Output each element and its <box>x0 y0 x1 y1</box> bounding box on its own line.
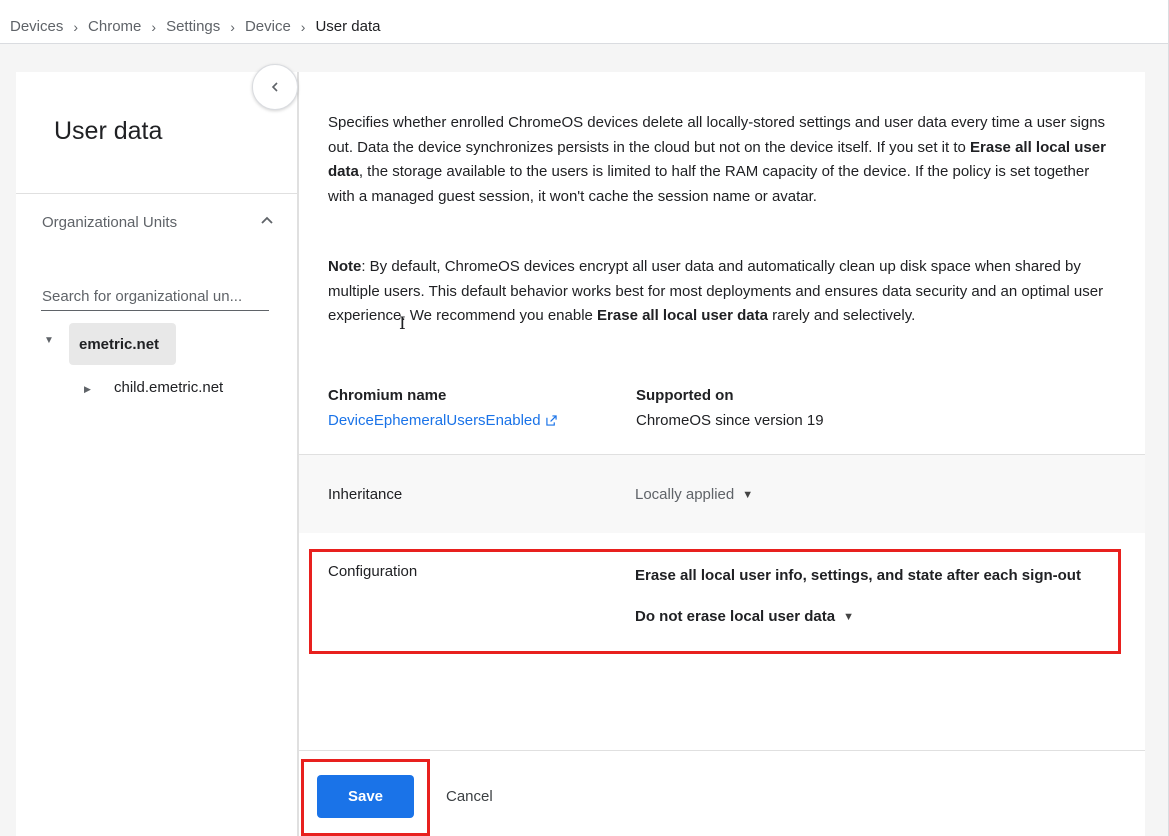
breadcrumb-separator: › <box>230 18 235 35</box>
breadcrumb-separator: › <box>151 18 157 35</box>
configuration-highlight <box>309 549 1121 654</box>
configuration-dropdown[interactable]: Do not erase local user data ▼ <box>635 608 854 625</box>
breadcrumb-chrome[interactable]: Chrome <box>88 18 141 35</box>
external-link-icon <box>545 415 557 426</box>
supported-on-label: Supported on <box>636 387 734 404</box>
sidebar-title: User data <box>54 117 163 145</box>
sidebar-divider <box>16 193 297 194</box>
caret-down-icon: ▼ <box>843 610 854 623</box>
configuration-value: Do not erase local user data <box>635 608 836 625</box>
inheritance-row: Inheritance Locally applied ▼ <box>299 454 1145 533</box>
inheritance-value: Locally applied <box>635 486 735 503</box>
collapse-sidebar-button[interactable] <box>252 64 298 110</box>
inheritance-label: Inheritance <box>328 486 403 503</box>
org-unit-root[interactable]: emetric.net <box>69 323 176 365</box>
configuration-label: Configuration <box>328 563 418 580</box>
chromium-name-label: Chromium name <box>328 387 447 404</box>
caret-down-icon: ▼ <box>742 488 754 501</box>
footer-divider <box>299 750 1145 751</box>
breadcrumb-current: User data <box>315 18 381 35</box>
save-button[interactable]: Save <box>317 775 414 818</box>
supported-on-value: ChromeOS since version 19 <box>636 412 824 429</box>
policy-description: Specifies whether enrolled ChromeOS devi… <box>328 111 1118 209</box>
chevron-left-icon <box>271 82 278 92</box>
chevron-up-icon[interactable] <box>260 212 274 230</box>
chromium-name-value: DeviceEphemeralUsersEnabled <box>328 412 541 429</box>
org-units-header: Organizational Units <box>42 214 178 231</box>
text-cursor-icon: I <box>399 314 406 334</box>
cancel-button[interactable]: Cancel <box>438 775 501 818</box>
breadcrumb-device[interactable]: Device <box>245 18 291 35</box>
breadcrumb: Devices › Chrome › Settings › Device › U… <box>10 18 381 35</box>
chromium-name-link[interactable]: DeviceEphemeralUsersEnabled <box>328 412 557 429</box>
configuration-setting-title: Erase all local user info, settings, and… <box>635 567 1081 584</box>
breadcrumb-separator: › <box>73 18 79 35</box>
policy-note: Note: By default, ChromeOS devices encry… <box>328 255 1118 329</box>
inheritance-dropdown[interactable]: Locally applied ▼ <box>635 486 753 503</box>
policy-panel: Specifies whether enrolled ChromeOS devi… <box>298 72 1145 836</box>
note-label: Note <box>328 258 362 275</box>
breadcrumb-separator: › <box>300 18 306 35</box>
caret-down-icon[interactable]: ▼ <box>44 335 54 346</box>
breadcrumb-settings[interactable]: Settings <box>166 18 220 35</box>
breadcrumb-devices[interactable]: Devices <box>10 18 63 35</box>
org-unit-search-input[interactable] <box>41 282 269 311</box>
note-text: rarely and selectively. <box>767 307 916 324</box>
top-bar: Devices › Chrome › Settings › Device › U… <box>0 0 1168 44</box>
description-text: , the storage available to the users is … <box>328 163 1090 205</box>
org-unit-child[interactable]: child.emetric.net <box>114 379 223 396</box>
note-emphasis: Erase all local user data <box>597 307 768 324</box>
caret-right-icon[interactable]: ▶ <box>84 384 91 395</box>
sidebar: User data Organizational Units ▼ emetric… <box>16 72 298 836</box>
